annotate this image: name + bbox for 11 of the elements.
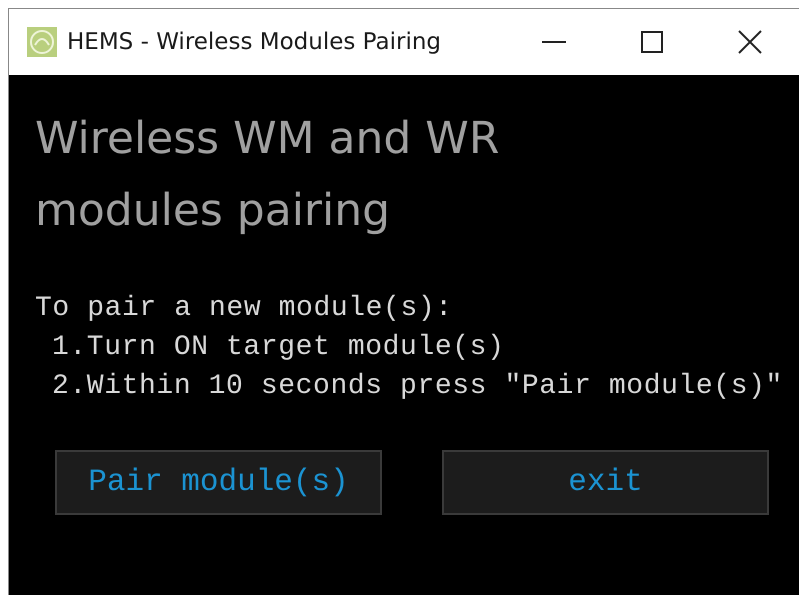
- action-button[interactable]: exit: [442, 450, 769, 515]
- minimize-icon: [542, 41, 566, 43]
- maximize-icon: [641, 31, 663, 53]
- instruction-step: 2.Within 10 seconds press "Pair module(s)": [35, 367, 783, 406]
- close-icon: [738, 30, 762, 54]
- instruction-step: 1.Turn ON target module(s): [35, 328, 504, 367]
- instruction-text: To pair a new module(s):: [35, 292, 453, 326]
- action-button[interactable]: Pair module(s): [55, 450, 382, 515]
- window-title: HEMS - Wireless Modules Pairing: [67, 29, 442, 55]
- heading: Wireless WM and WR modules pairing: [35, 112, 500, 238]
- app-logo-icon: [27, 27, 57, 57]
